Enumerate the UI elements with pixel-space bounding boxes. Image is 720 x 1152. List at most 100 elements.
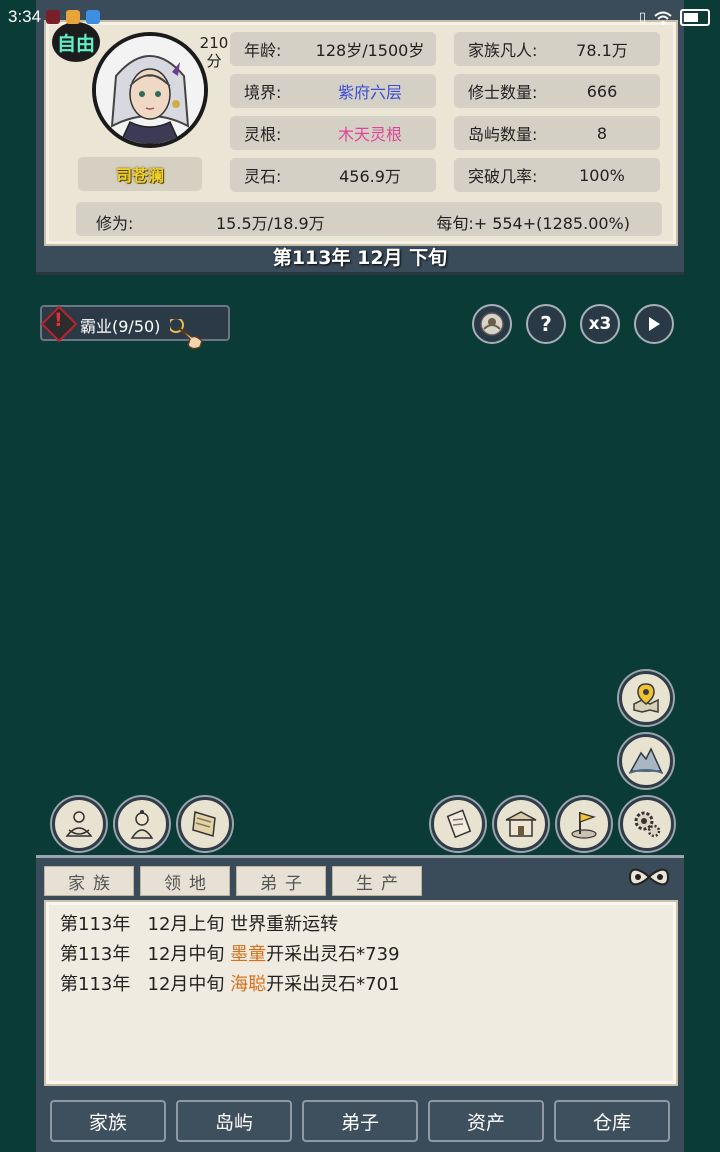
- pointing-hand-icon: [170, 319, 203, 350]
- speed-button[interactable]: x3: [580, 304, 620, 344]
- stat-mortals-value: 78.1万: [576, 41, 628, 60]
- status-time: 3:34: [8, 7, 42, 26]
- battery-icon: [680, 9, 710, 26]
- log-text: 世界重新运转: [230, 914, 339, 935]
- scroll-icon: [192, 811, 216, 837]
- status-bar: 3:34 ▯: [0, 0, 720, 36]
- log-text: 开采出灵石*701: [266, 974, 400, 995]
- log-period: 12月中旬: [147, 944, 225, 965]
- stat-cultivation-label: 修为:: [96, 214, 134, 233]
- log-character-name[interactable]: 海聪: [230, 974, 266, 995]
- person-bust-icon: [130, 810, 154, 839]
- nav-assets[interactable]: 资产: [428, 1100, 544, 1142]
- nav-islands[interactable]: 岛屿: [176, 1100, 292, 1142]
- decree-button[interactable]: [431, 797, 485, 851]
- question-mark-icon: ?: [540, 312, 552, 336]
- character-name[interactable]: 司苍澜: [78, 157, 202, 191]
- stat-stone-label: 灵石:: [244, 167, 282, 186]
- stat-islands: 岛屿数量: 8: [454, 116, 660, 150]
- collapse-ornament-icon[interactable]: [626, 864, 672, 890]
- character-info-panel: 自由 210 分 司苍澜 年龄: 128岁/1500岁 境界: 紫府六层 灵根:…: [36, 0, 684, 275]
- help-button[interactable]: ?: [526, 304, 566, 344]
- scroll-button[interactable]: [178, 797, 232, 851]
- vibrate-icon: ▯: [638, 10, 646, 25]
- log-entry: 第113年 12月中旬 墨童开采出灵石*739: [60, 940, 400, 966]
- stat-realm-value: 紫府六层: [337, 83, 402, 102]
- nav-disciples[interactable]: 弟子: [302, 1100, 418, 1142]
- stat-spirit-stone: 灵石: 456.9万: [230, 158, 436, 192]
- log-text: 开采出灵石*739: [266, 944, 400, 965]
- stat-root: 灵根: 木天灵根: [230, 116, 436, 150]
- stat-realm: 境界: 紫府六层: [230, 74, 436, 108]
- character-button[interactable]: [115, 797, 169, 851]
- territory-button[interactable]: [557, 797, 611, 851]
- log-year: 第113年: [60, 944, 131, 965]
- gear-icon: [634, 811, 661, 838]
- emblem-icon: [480, 312, 504, 336]
- stat-per-period: 每旬:+ 554+(1285.00%): [436, 214, 630, 233]
- nav-warehouse[interactable]: 仓库: [554, 1100, 670, 1142]
- hall-button[interactable]: [494, 797, 548, 851]
- stat-breakthrough: 突破几率: 100%: [454, 158, 660, 192]
- settings-button[interactable]: [620, 797, 674, 851]
- score-value: 210: [199, 34, 229, 52]
- wifi-icon: [654, 11, 672, 25]
- log-period: 12月上旬: [147, 914, 225, 935]
- paper-icon: [446, 809, 472, 839]
- speed-label: x3: [588, 314, 612, 334]
- stat-age-label: 年龄:: [244, 41, 282, 60]
- stat-islands-label: 岛屿数量:: [468, 125, 538, 144]
- stat-cultivators-label: 修士数量:: [468, 83, 538, 102]
- log-period: 12月中旬: [147, 974, 225, 995]
- cloud-icon: [86, 10, 100, 24]
- play-button[interactable]: [634, 304, 674, 344]
- log-tab-family[interactable]: 家族: [44, 866, 134, 896]
- play-icon: [649, 317, 660, 331]
- log-year: 第113年: [60, 914, 131, 935]
- score: 210 分: [194, 34, 234, 70]
- log-tab-territory[interactable]: 领地: [140, 866, 230, 896]
- mountain-icon: [629, 747, 663, 774]
- quest-button[interactable]: ! 霸业(9/50): [40, 305, 230, 350]
- stat-mortals-label: 家族凡人:: [468, 41, 538, 60]
- character-info-card: 自由 210 分 司苍澜 年龄: 128岁/1500岁 境界: 紫府六层 灵根:…: [44, 20, 678, 246]
- avatar[interactable]: [92, 32, 208, 148]
- log-character-name[interactable]: 墨童: [230, 944, 266, 965]
- stat-cultivation-value: 15.5万/18.9万: [216, 214, 325, 233]
- meditating-figure-icon: [65, 811, 93, 837]
- meditation-button[interactable]: [52, 797, 106, 851]
- log-tab-production[interactable]: 生产: [332, 866, 422, 896]
- stat-breakthrough-label: 突破几率:: [468, 167, 538, 186]
- sect-emblem-button[interactable]: [472, 304, 512, 344]
- event-log-panel: 家族 领地 弟子 生产 第113年 12月上旬 世界重新运转 第113年 12月…: [36, 855, 684, 1090]
- nav-family[interactable]: 家族: [50, 1100, 166, 1142]
- stat-realm-label: 境界:: [244, 83, 282, 102]
- event-log[interactable]: 第113年 12月上旬 世界重新运转 第113年 12月中旬 墨童开采出灵石*7…: [44, 900, 678, 1086]
- log-entry: 第113年 12月中旬 海聪开采出灵石*701: [60, 970, 400, 996]
- stat-breakthrough-value: 100%: [579, 165, 625, 185]
- stat-mortals: 家族凡人: 78.1万: [454, 32, 660, 66]
- stat-cultivators: 修士数量: 666: [454, 74, 660, 108]
- stat-islands-value: 8: [596, 123, 608, 143]
- bottom-nav: 家族 岛屿 弟子 资产 仓库: [36, 1090, 684, 1152]
- avatar-portrait-icon: [96, 36, 204, 144]
- score-unit: 分: [206, 52, 222, 70]
- app-notify-icon: [46, 10, 60, 24]
- flag-icon: [571, 812, 597, 839]
- pavilion-icon: [505, 811, 537, 837]
- stat-age: 年龄: 128岁/1500岁: [230, 32, 436, 66]
- quest-label: 霸业(9/50): [80, 317, 161, 336]
- exclamation-icon: !: [54, 309, 63, 331]
- game-date: 第113年 12月 下旬: [272, 247, 448, 269]
- map-button[interactable]: [619, 671, 673, 725]
- stat-cultivation: 修为: 15.5万/18.9万 每旬:+ 554+(1285.00%): [76, 202, 662, 236]
- weibo-icon: [66, 10, 80, 24]
- stat-age-value: 128岁/1500岁: [315, 41, 425, 60]
- log-year: 第113年: [60, 974, 131, 995]
- log-entry: 第113年 12月上旬 世界重新运转: [60, 910, 338, 936]
- stat-cultivators-value: 666: [586, 81, 618, 101]
- stat-root-value: 木天灵根: [337, 125, 402, 144]
- stat-root-label: 灵根:: [244, 125, 282, 144]
- log-tab-disciples[interactable]: 弟子: [236, 866, 326, 896]
- island-button[interactable]: [619, 734, 673, 788]
